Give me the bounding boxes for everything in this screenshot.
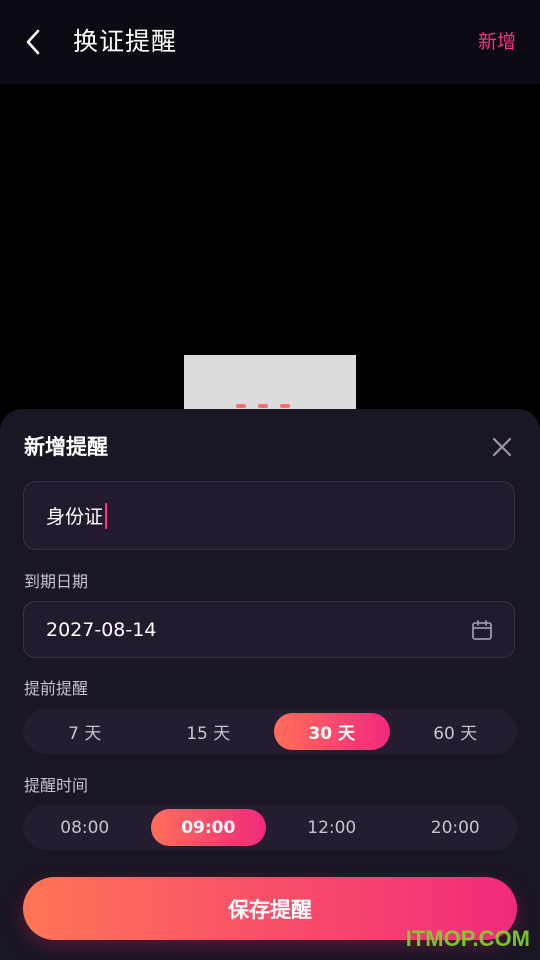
reminder-time-selector: 08:00 09:00 12:00 20:00 — [23, 805, 517, 850]
add-button[interactable]: 新增 — [478, 22, 516, 62]
expiry-date-value: 2027-08-14 — [46, 618, 157, 641]
expiry-date-field[interactable]: 2027-08-14 — [23, 601, 515, 658]
document-name-input[interactable]: 身份证 — [23, 481, 515, 550]
add-reminder-sheet: 新增提醒 身份证 到期日期 2027-08-14 提前提醒 7 天 15 天 3… — [0, 409, 540, 960]
expiry-date-label: 到期日期 — [24, 572, 89, 591]
loading-dots — [236, 404, 290, 408]
advance-option-15[interactable]: 15 天 — [151, 713, 267, 750]
reminder-time-label: 提醒时间 — [24, 776, 89, 795]
watermark: ITMOP.COM — [405, 926, 530, 951]
document-name-value: 身份证 — [46, 506, 104, 528]
close-icon — [492, 437, 512, 457]
close-button[interactable] — [486, 431, 518, 463]
top-bar: 换证提醒 新增 — [0, 0, 540, 84]
text-caret — [105, 502, 108, 529]
calendar-icon[interactable] — [470, 618, 494, 642]
back-arrow-icon — [26, 29, 40, 55]
advance-option-7[interactable]: 7 天 — [27, 713, 143, 750]
advance-days-selector: 7 天 15 天 30 天 60 天 — [23, 709, 517, 754]
advance-option-30[interactable]: 30 天 — [274, 713, 390, 750]
advance-reminder-label: 提前提醒 — [24, 679, 89, 698]
back-button[interactable] — [16, 22, 52, 62]
advance-option-60[interactable]: 60 天 — [398, 713, 514, 750]
time-option-0900[interactable]: 09:00 — [150, 809, 266, 846]
time-option-0800[interactable]: 08:00 — [27, 809, 143, 846]
page-title: 换证提醒 — [73, 27, 178, 56]
time-option-1200[interactable]: 12:00 — [274, 809, 390, 846]
sheet-title: 新增提醒 — [24, 435, 108, 459]
time-option-2000[interactable]: 20:00 — [398, 809, 514, 846]
screen: 换证提醒 新增 新增提醒 身份证 到期日期 2027-08-14 提前提醒 7 … — [0, 0, 540, 960]
